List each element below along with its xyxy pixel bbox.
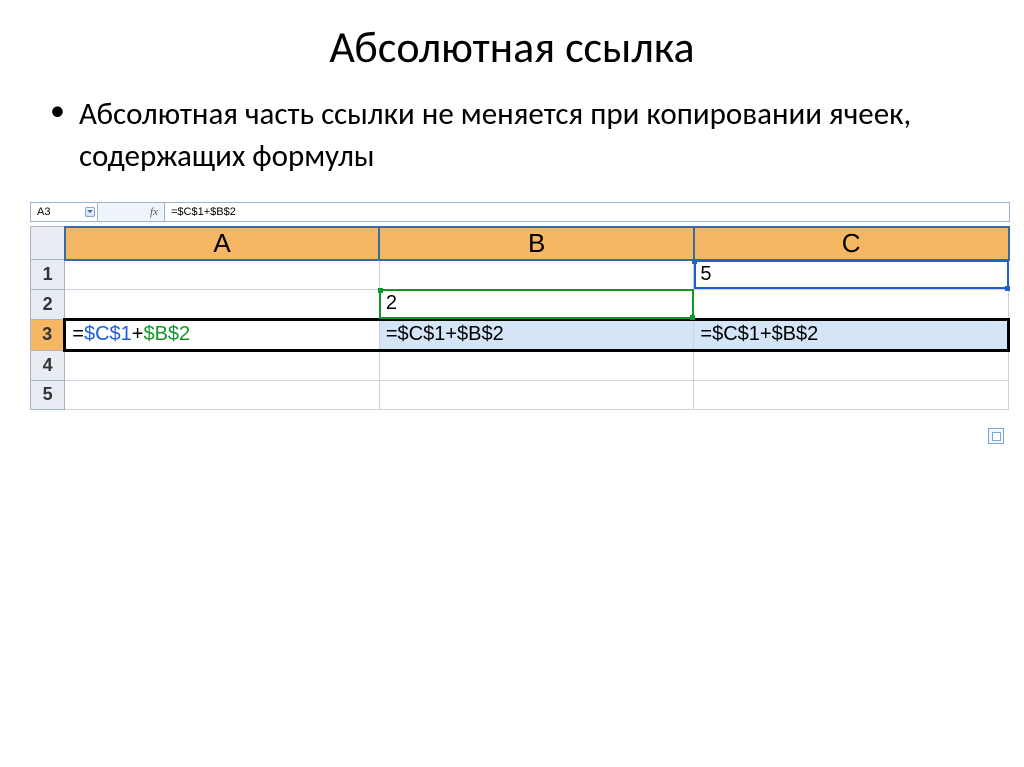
col-header-A[interactable]: A bbox=[65, 227, 380, 260]
spreadsheet-screenshot: A3 fx =$C$1+$B$2 A B C 1 5 bbox=[30, 202, 1010, 431]
formula-input[interactable]: =$C$1+$B$2 bbox=[165, 203, 1009, 221]
cell-B2[interactable]: 2 bbox=[379, 289, 694, 319]
cell-C5[interactable] bbox=[694, 380, 1009, 409]
row-header-1[interactable]: 1 bbox=[31, 260, 65, 290]
paste-options-icon[interactable] bbox=[988, 428, 1004, 444]
select-all-corner[interactable] bbox=[31, 227, 65, 260]
row-header-2[interactable]: 2 bbox=[31, 289, 65, 319]
row-header-5[interactable]: 5 bbox=[31, 380, 65, 409]
spreadsheet-grid[interactable]: A B C 1 5 2 2 3 =$C$1+$B$2 =$C bbox=[30, 226, 1010, 410]
cell-A4[interactable] bbox=[65, 350, 380, 380]
formula-token-ref2: $B$2 bbox=[143, 323, 190, 345]
name-box[interactable]: A3 bbox=[31, 203, 98, 221]
formula-token: + bbox=[132, 323, 144, 345]
cell-A1[interactable] bbox=[65, 260, 380, 290]
fx-area: fx bbox=[98, 203, 165, 221]
cell-A5[interactable] bbox=[65, 380, 380, 409]
row-header-3[interactable]: 3 bbox=[31, 319, 65, 350]
cell-B4[interactable] bbox=[379, 350, 694, 380]
row-header-4[interactable]: 4 bbox=[31, 350, 65, 380]
cell-C4[interactable] bbox=[694, 350, 1009, 380]
formula-token-ref1: $C$1 bbox=[84, 323, 132, 345]
bullet-item: • Абсолютная часть ссылки не меняется пр… bbox=[30, 94, 994, 178]
cell-A3[interactable]: =$C$1+$B$2 bbox=[65, 319, 380, 350]
cell-C3[interactable]: =$C$1+$B$2 bbox=[694, 319, 1009, 350]
cell-B5[interactable] bbox=[379, 380, 694, 409]
cell-B3[interactable]: =$C$1+$B$2 bbox=[379, 319, 694, 350]
fx-icon[interactable]: fx bbox=[150, 206, 158, 218]
cell-B1[interactable] bbox=[379, 260, 694, 290]
cell-C2[interactable] bbox=[694, 289, 1009, 319]
name-box-value: A3 bbox=[37, 206, 50, 218]
bullet-text: Абсолютная часть ссылки не меняется при … bbox=[79, 94, 994, 178]
formula-bar: A3 fx =$C$1+$B$2 bbox=[30, 202, 1010, 222]
cell-A2[interactable] bbox=[65, 289, 380, 319]
col-header-C[interactable]: C bbox=[694, 227, 1009, 260]
bullet-icon: • bbox=[50, 94, 65, 127]
slide-title: Абсолютная ссылка bbox=[30, 20, 994, 74]
name-box-dropdown-icon[interactable] bbox=[85, 207, 95, 217]
formula-token: = bbox=[72, 323, 84, 345]
col-header-B[interactable]: B bbox=[379, 227, 694, 260]
cell-C1[interactable]: 5 bbox=[694, 260, 1009, 290]
